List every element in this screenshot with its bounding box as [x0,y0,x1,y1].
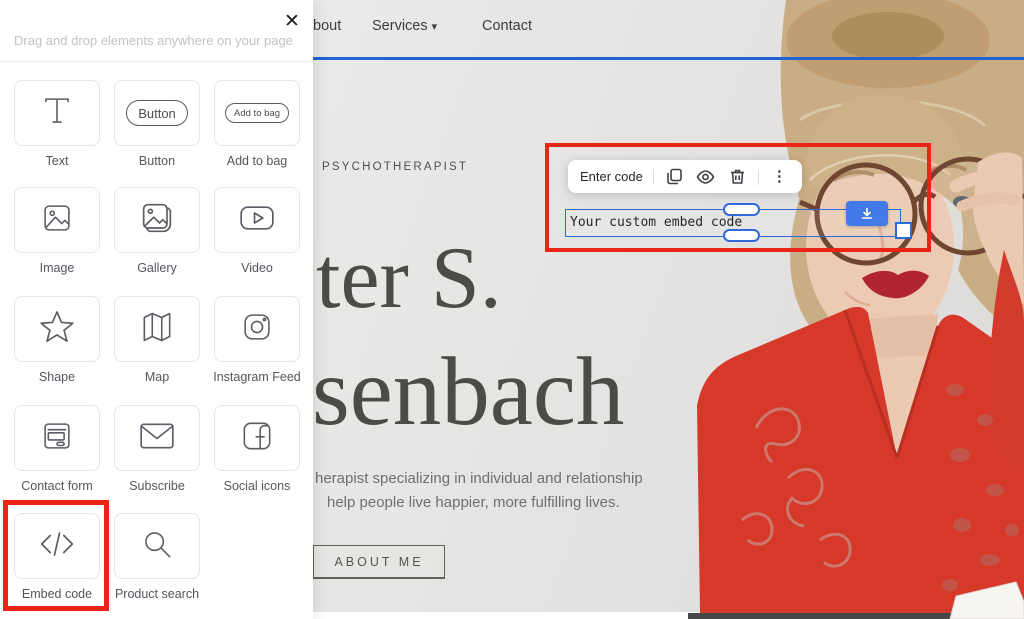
shape-icon [37,307,77,352]
element-tile-embed-code[interactable] [14,513,100,579]
element-label-image: Image [7,261,107,275]
nav-item-services[interactable]: Services ▾ [372,18,437,34]
resize-handle-bottom[interactable] [723,229,760,242]
instagram-feed-icon [238,308,276,351]
hero-eyebrow: PSYCHOTHERAPIST [322,161,468,173]
element-label-contact-form: Contact form [7,479,107,493]
nav-item-contact[interactable]: Contact [482,18,532,34]
add-to-bag-icon: Add to bag [225,103,289,123]
toolbar-divider [758,169,759,185]
element-label-instagram-feed: Instagram Feed [207,370,307,384]
element-label-map: Map [107,370,207,384]
element-tile-add-to-bag[interactable]: Add to bag [214,80,300,146]
product-search-icon [138,525,176,568]
element-label-embed-code: Embed code [7,587,107,601]
element-label-add-to-bag: Add to bag [207,154,307,168]
hero-title-line1: ter S. [316,228,502,329]
element-tile-social-icons[interactable] [214,405,300,471]
text-icon [38,92,76,135]
element-label-button: Button [107,154,207,168]
chevron-down-icon: ▾ [432,21,438,33]
resize-handle-top[interactable] [723,203,760,216]
element-tile-instagram-feed[interactable] [214,296,300,362]
element-label-shape: Shape [7,370,107,384]
subscribe-icon [137,420,177,457]
hero-title-line2: senbach [312,336,624,447]
element-tile-map[interactable] [114,296,200,362]
resize-handle-corner[interactable] [895,222,912,239]
more-options-kebab-icon[interactable]: ⋮ [769,166,790,188]
panel-header-text: Drag and drop elements anywhere on your … [14,33,293,48]
element-tile-shape[interactable] [14,296,100,362]
visibility-eye-icon[interactable] [695,166,716,188]
element-tile-image[interactable] [14,187,100,253]
gallery-icon [137,198,177,243]
enter-code-button[interactable]: Enter code [580,169,643,184]
element-label-video: Video [207,261,307,275]
nav-item-about[interactable]: bout [313,18,341,34]
element-label-text: Text [7,154,107,168]
embed-code-icon [36,527,78,566]
element-tile-button[interactable]: Button [114,80,200,146]
button-icon: Button [126,100,188,126]
embed-toolbar: Enter code ⋮ [568,160,802,193]
video-icon [237,201,277,240]
drag-download-button[interactable] [846,201,888,226]
element-label-subscribe: Subscribe [107,479,207,493]
contact-form-icon [38,417,76,460]
element-label-social-icons: Social icons [207,479,307,493]
hero-paragraph-line1: herapist specializing in individual and … [315,470,643,487]
element-tile-subscribe[interactable] [114,405,200,471]
add-elements-panel: Drag and drop elements anywhere on your … [0,0,313,619]
duplicate-icon[interactable] [664,166,685,188]
about-me-button[interactable]: ABOUT ME [313,545,445,579]
panel-divider [0,61,313,62]
element-tile-gallery[interactable] [114,187,200,253]
element-tile-text[interactable] [14,80,100,146]
toolbar-divider [653,169,654,185]
delete-trash-icon[interactable] [726,166,747,188]
element-tile-product-search[interactable] [114,513,200,579]
map-icon [137,308,177,351]
portrait-photo [655,0,1024,619]
element-tile-contact-form[interactable] [14,405,100,471]
image-icon [38,199,76,242]
element-tile-video[interactable] [214,187,300,253]
element-label-gallery: Gallery [107,261,207,275]
social-icons-icon [238,417,276,460]
hero-paragraph-line2: help people live happier, more fulfillin… [327,494,620,511]
close-icon[interactable]: ✕ [279,8,305,34]
element-label-product-search: Product search [107,587,207,601]
download-icon [860,207,874,221]
